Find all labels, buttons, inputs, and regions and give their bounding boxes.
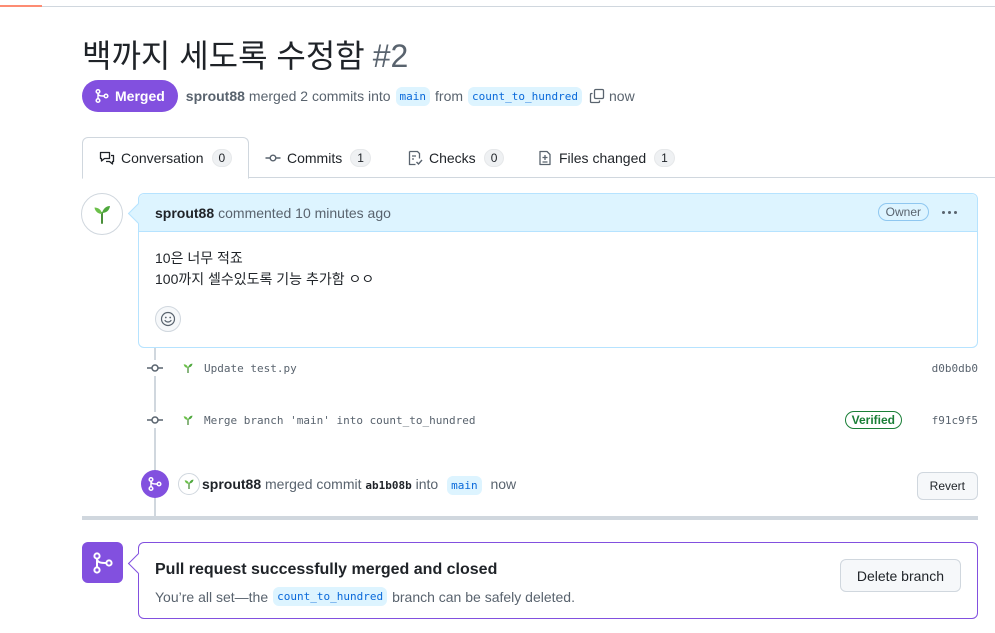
merge-author-link[interactable]: sprout88 bbox=[202, 476, 261, 492]
head-branch[interactable]: count_to_hundred bbox=[468, 86, 582, 106]
base-branch[interactable]: main bbox=[395, 86, 431, 106]
commit-sha-link[interactable]: d0b0db0 bbox=[932, 362, 978, 375]
timeline-end-divider bbox=[82, 516, 978, 520]
merge-commit-sha-link[interactable]: ab1b08b bbox=[365, 479, 411, 492]
commit-row: Merge branch 'main' into count_to_hundre… bbox=[140, 405, 978, 435]
comment-body: 10은 너무 적죠 100까지 셀수있도록 기능 추가함 ㅇㅇ bbox=[139, 232, 977, 290]
merge-status-box: Pull request successfully merged and clo… bbox=[138, 542, 978, 619]
merge-event: sprout88 merged commit ab1b08b into main… bbox=[140, 468, 978, 502]
merge-target-branch[interactable]: main bbox=[447, 476, 482, 495]
tab-commits-label: Commits bbox=[287, 149, 343, 166]
commit-node-icon bbox=[147, 412, 163, 428]
top-nav-border bbox=[0, 0, 995, 7]
add-reaction-button[interactable] bbox=[155, 306, 181, 332]
comment-header: sprout88 commented 10 minutes ago Owner bbox=[139, 194, 977, 232]
tab-files-changed-label: Files changed bbox=[559, 149, 647, 166]
sprout-avatar-icon bbox=[183, 363, 193, 373]
merged-state-badge: Merged bbox=[82, 80, 178, 112]
from-label: from bbox=[435, 88, 464, 104]
commit-row: Update test.py d0b0db0 bbox=[140, 353, 978, 383]
copy-icon[interactable] bbox=[589, 88, 605, 104]
commit-message-link[interactable]: Merge branch 'main' into count_to_hundre… bbox=[204, 414, 476, 427]
pr-time: now bbox=[609, 88, 635, 104]
merge-event-text: sprout88 merged commit ab1b08b into main… bbox=[202, 476, 516, 495]
comment-line: 100까지 셀수있도록 기능 추가함 ㅇㅇ bbox=[155, 271, 375, 287]
comment-author[interactable]: sprout88 bbox=[155, 205, 214, 221]
smiley-icon bbox=[160, 311, 176, 327]
comment-box: sprout88 commented 10 minutes ago Owner … bbox=[138, 193, 978, 348]
tab-commits-count: 1 bbox=[350, 148, 371, 167]
merge-icon bbox=[92, 551, 113, 574]
merge-into-label: into bbox=[415, 476, 439, 492]
tab-conversation-count: 0 bbox=[211, 149, 233, 167]
tab-files-changed-count: 1 bbox=[654, 148, 675, 167]
tab-checks-count: 0 bbox=[483, 148, 505, 167]
sprout-avatar-icon bbox=[184, 479, 194, 489]
tab-conversation[interactable]: Conversation 0 bbox=[82, 137, 250, 179]
checklist-icon bbox=[408, 150, 423, 165]
verified-badge[interactable]: Verified bbox=[844, 411, 902, 429]
owner-badge: Owner bbox=[877, 203, 929, 221]
tab-checks[interactable]: Checks 0 bbox=[391, 137, 520, 178]
merged-state-label: Merged bbox=[115, 88, 165, 104]
pr-meta: Merged sprout88 merged 2 commits into ma… bbox=[82, 80, 635, 112]
commit-sha-link[interactable]: f91c9f5 bbox=[932, 414, 978, 427]
comment-discussion-icon bbox=[99, 151, 115, 165]
sprout-avatar-icon bbox=[183, 415, 193, 425]
pr-number: #2 bbox=[372, 38, 409, 74]
merged-branch-name[interactable]: count_to_hundred bbox=[273, 587, 388, 606]
avatar[interactable] bbox=[81, 193, 123, 235]
file-diff-icon bbox=[539, 150, 551, 165]
tab-checks-label: Checks bbox=[429, 149, 476, 166]
kebab-menu-icon[interactable] bbox=[939, 202, 959, 222]
commit-icon bbox=[265, 153, 281, 161]
comment-line: 10은 너무 적죠 bbox=[155, 250, 243, 266]
commit-node-icon bbox=[147, 360, 163, 376]
merge-event-icon bbox=[141, 470, 169, 498]
merge-status-icon bbox=[82, 542, 123, 583]
sprout-avatar-icon bbox=[94, 206, 110, 224]
pr-tabs: Conversation 0 Commits 1 Checks 0 Files … bbox=[82, 137, 995, 179]
top-nav-active-indicator bbox=[0, 5, 42, 7]
tab-conversation-label: Conversation bbox=[121, 150, 204, 166]
avatar[interactable] bbox=[178, 473, 200, 495]
merge-icon bbox=[95, 88, 109, 104]
pr-author-link[interactable]: sprout88 bbox=[186, 88, 245, 104]
revert-button[interactable]: Revert bbox=[916, 472, 978, 500]
tab-commits[interactable]: Commits 1 bbox=[249, 137, 387, 178]
merge-status-text-after: branch can be safely deleted. bbox=[392, 588, 575, 605]
merge-event-label: merged commit bbox=[265, 476, 362, 492]
merge-status-heading: Pull request successfully merged and clo… bbox=[155, 561, 498, 578]
pr-title-text: 백까지 세도록 수정함 bbox=[82, 38, 365, 74]
merge-status-text-before: You’re all set—the bbox=[155, 588, 269, 605]
comment-timestamp: commented 10 minutes ago bbox=[218, 204, 391, 221]
pr-title: 백까지 세도록 수정함 #2 bbox=[82, 31, 408, 77]
merge-event-time: now bbox=[490, 476, 517, 492]
merge-status-subtext: You’re all set—the count_to_hundred bran… bbox=[155, 587, 575, 606]
tab-files-changed[interactable]: Files changed 1 bbox=[521, 137, 691, 178]
merge-summary: merged 2 commits into bbox=[248, 88, 391, 104]
delete-branch-button[interactable]: Delete branch bbox=[839, 559, 961, 592]
commit-message-link[interactable]: Update test.py bbox=[204, 362, 297, 375]
